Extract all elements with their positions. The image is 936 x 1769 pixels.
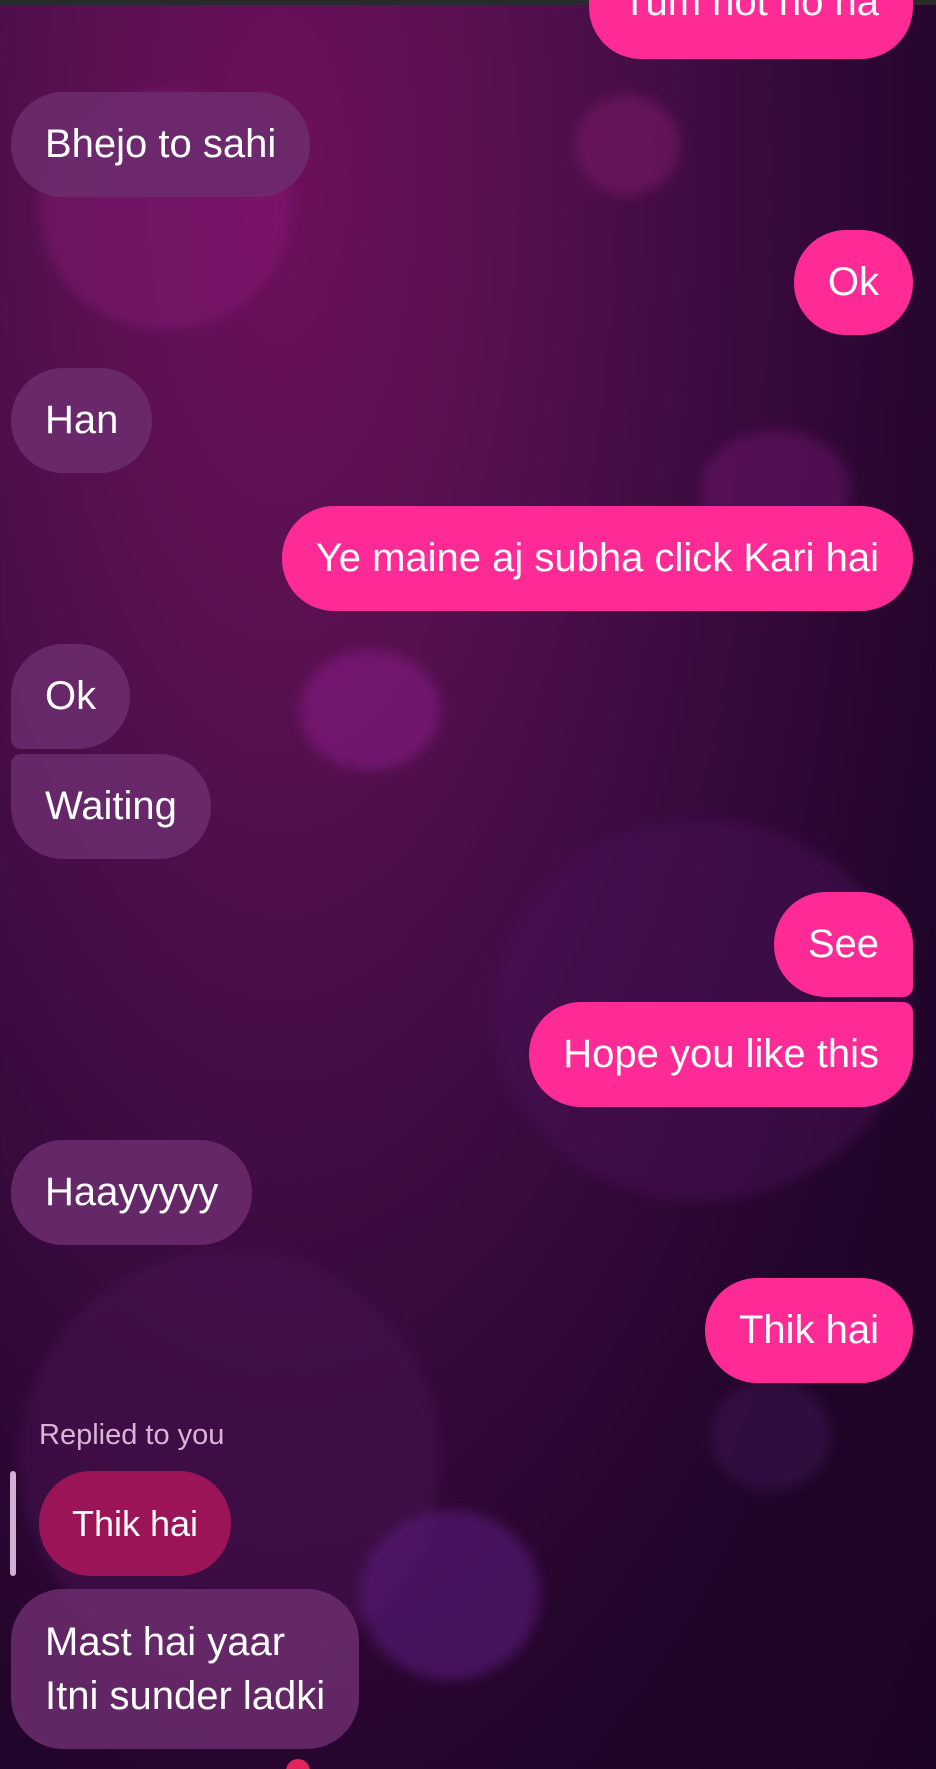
quoted-message[interactable]: Thik hai <box>39 1471 232 1576</box>
message-bubble-in[interactable]: Haayyyyy <box>11 1140 253 1245</box>
message-bubble-in[interactable]: Bhejo to sahi <box>11 92 311 197</box>
message-bubble-out[interactable]: Tum hot ho na <box>588 0 913 59</box>
reply-message-line: Itni sunder ladki <box>45 1674 326 1718</box>
message-bubble-out[interactable]: Ok <box>793 230 913 335</box>
message-bubble-in[interactable]: Han <box>11 368 153 473</box>
reply-message-bubble[interactable]: Mast hai yaar Itni sunder ladki <box>11 1589 360 1749</box>
message-bubble-out[interactable]: Ye maine aj subha click Kari hai <box>281 506 913 611</box>
replied-to-label: Replied to you <box>39 1419 225 1451</box>
message-list[interactable]: Tum hot ho na Bhejo to sahi Ok Han Ye ma… <box>0 0 936 1769</box>
reply-indicator-bar <box>10 1471 16 1576</box>
message-bubble-out[interactable]: Thik hai <box>704 1278 913 1383</box>
message-bubble-in[interactable]: Ok <box>11 644 131 749</box>
heart-reaction-icon[interactable] <box>286 1759 310 1769</box>
message-bubble-out[interactable]: See <box>773 892 913 997</box>
message-bubble-out[interactable]: Hope you like this <box>529 1002 913 1107</box>
message-bubble-in[interactable]: Waiting <box>11 754 211 859</box>
reply-message-line: Mast hai yaar <box>45 1620 286 1664</box>
